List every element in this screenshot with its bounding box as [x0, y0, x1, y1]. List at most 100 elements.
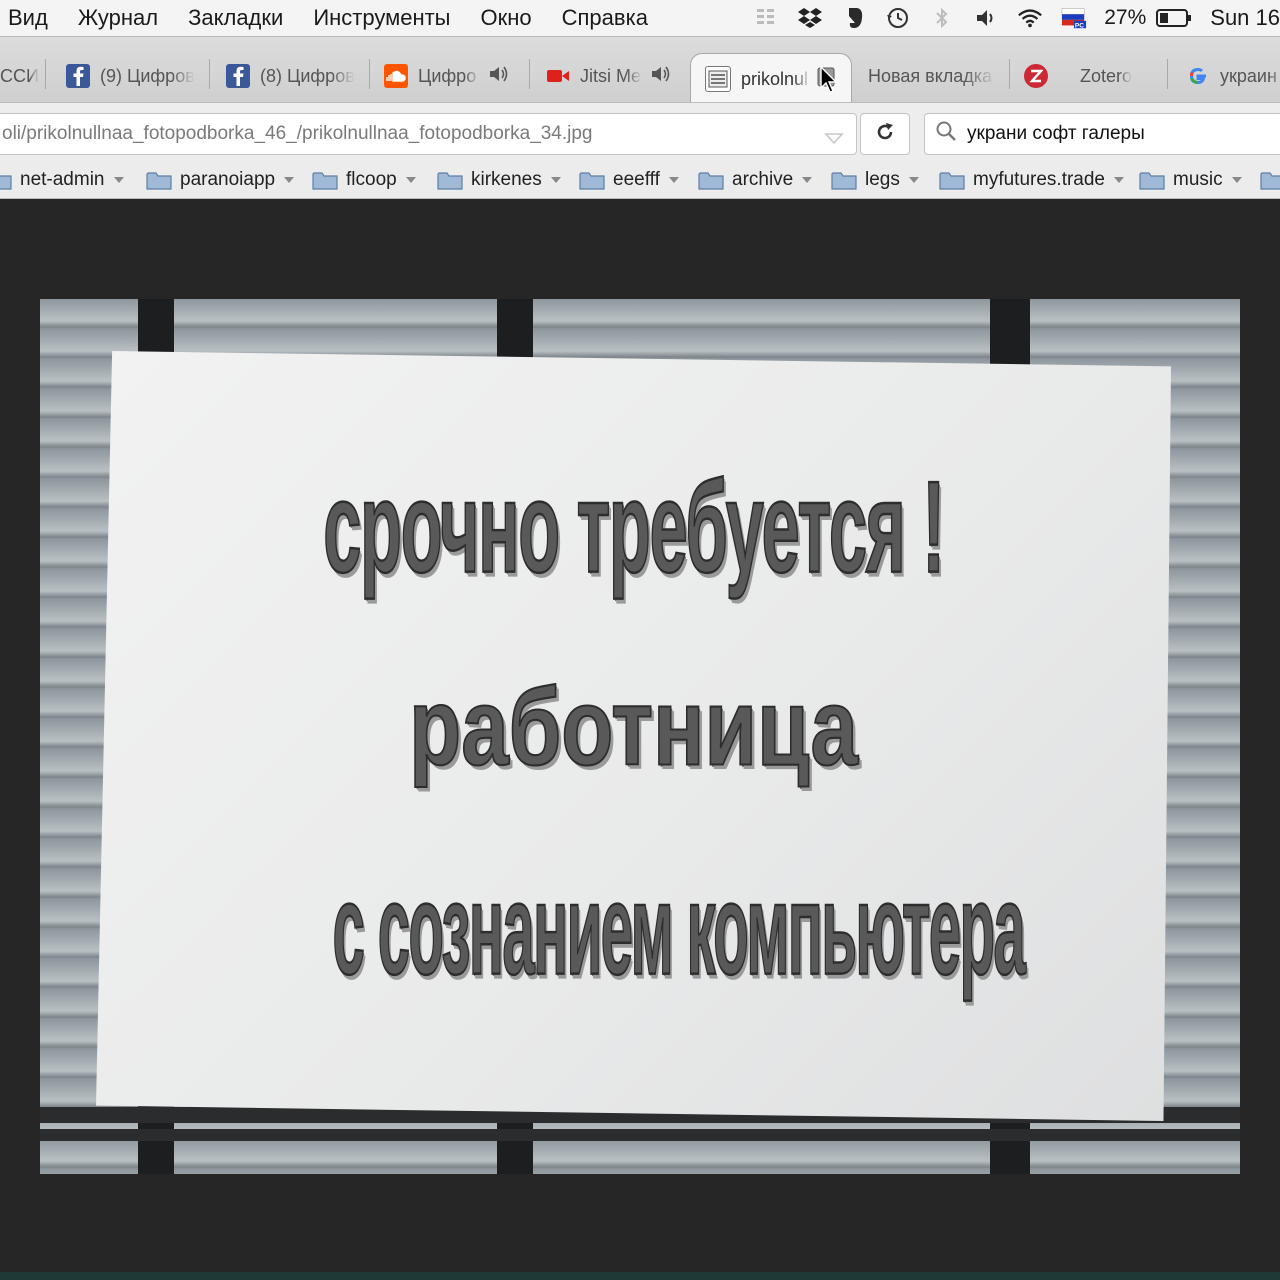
zotero-icon	[1024, 64, 1048, 88]
jitsi-camera-icon	[546, 64, 570, 88]
reload-icon	[875, 122, 895, 147]
tab-label: украин	[1220, 65, 1277, 86]
folder-icon	[1260, 172, 1280, 190]
tab-google[interactable]: украин	[1186, 51, 1280, 101]
battery-percent: 27%	[1104, 6, 1147, 29]
tab-label: Цифро	[418, 65, 477, 86]
tab-facebook-2[interactable]: (8) Цифров	[226, 51, 370, 101]
bookmark-folder-legs[interactable]: legs	[831, 166, 919, 194]
menu-history[interactable]: Журнал	[78, 5, 158, 31]
menu-extra-icon[interactable]	[753, 6, 779, 30]
bookmark-label: archive	[732, 169, 794, 190]
tab-separator	[1009, 59, 1010, 89]
chevron-down-icon	[1114, 177, 1124, 183]
sign-text-line-1: срочно требуется !	[323, 454, 946, 602]
bookmarks-toolbar: net-admin paranoiapp flcoop kirkenes eee…	[0, 162, 1280, 199]
url-history-dropdown-icon[interactable]	[824, 128, 844, 150]
folder-icon	[831, 172, 857, 190]
tab-facebook-1[interactable]: (9) Цифров	[66, 51, 210, 101]
bookmark-label: legs	[865, 169, 900, 190]
menu-window[interactable]: Окно	[481, 5, 532, 31]
time-machine-icon[interactable]	[885, 6, 911, 30]
bookmark-label: music	[1173, 169, 1223, 190]
bookmark-label: myfutures.trade	[973, 169, 1105, 190]
bookmark-folder-music[interactable]: music	[1139, 166, 1242, 194]
sign-text-line-3: с сознанием компьютера	[332, 856, 1026, 1004]
speaker-icon[interactable]	[488, 64, 510, 89]
google-icon	[1186, 64, 1210, 88]
tab-zotero[interactable]: Zotero	[1024, 51, 1168, 101]
url-text: oli/prikolnullnaa_fotopodborka_46_/priko…	[2, 123, 593, 144]
paper-sign: срочно требуется ! работница с сознанием…	[96, 351, 1171, 1121]
bookmark-label: flcoop	[346, 169, 397, 190]
volume-icon[interactable]	[973, 6, 999, 30]
tab-label: (9) Цифров	[100, 65, 195, 86]
folder-icon	[437, 172, 463, 190]
tab-separator	[1167, 59, 1168, 89]
tab-soundcloud[interactable]: Цифро	[384, 51, 530, 101]
menu-bookmarks[interactable]: Закладки	[188, 5, 283, 31]
url-field[interactable]: oli/prikolnullnaa_fotopodborka_46_/priko…	[0, 113, 857, 155]
bookmark-folder-overflow[interactable]	[1260, 166, 1280, 194]
facebook-icon	[66, 64, 90, 88]
chevron-down-icon	[802, 177, 813, 183]
search-field[interactable]: украни софт галеры	[924, 113, 1280, 155]
menu-view[interactable]: Вид	[8, 5, 48, 31]
tab-separator	[209, 59, 210, 89]
evernote-icon[interactable]	[841, 6, 867, 30]
mouse-cursor-icon	[820, 65, 838, 99]
input-source-flag-icon[interactable]: PC	[1061, 6, 1087, 30]
bookmark-label: net-admin	[20, 169, 105, 190]
reload-button[interactable]	[860, 113, 910, 155]
tab-label: ССИ	[0, 65, 39, 86]
bookmark-folder-net-admin[interactable]: net-admin	[0, 166, 124, 194]
folder-icon	[1139, 172, 1165, 190]
chevron-down-icon	[113, 177, 124, 183]
folder-icon	[939, 172, 965, 190]
tab-separator	[369, 59, 370, 89]
navigation-toolbar: oli/prikolnullnaa_fotopodborka_46_/priko…	[0, 102, 1280, 163]
window-bottom-edge	[0, 1272, 1280, 1280]
tab-jitsi[interactable]: Jitsi Me	[546, 51, 686, 101]
facebook-icon	[226, 64, 250, 88]
bookmark-folder-paranoiapp[interactable]: paranoiapp	[146, 166, 295, 194]
tab-label: Новая вкладка	[868, 65, 993, 86]
image-thumbnail-icon	[705, 66, 731, 92]
tab-label: Zotero	[1080, 65, 1133, 86]
app-menu: Вид Журнал Закладки Инструменты Окно Спр…	[0, 5, 670, 31]
soundcloud-icon	[384, 64, 408, 88]
bookmark-folder-eeefff[interactable]: eeefff	[579, 166, 679, 194]
bookmark-label: eeefff	[613, 169, 660, 190]
tab-strip: ССИ (9) Цифров (8) Цифров Цифро Jitsi Me	[0, 37, 1280, 102]
bluetooth-icon[interactable]	[929, 6, 955, 30]
menu-help[interactable]: Справка	[562, 5, 648, 31]
chevron-down-icon	[668, 177, 679, 183]
bookmark-folder-kirkenes[interactable]: kirkenes	[437, 166, 561, 194]
bookmark-folder-flcoop[interactable]: flcoop	[312, 166, 416, 194]
tab-label: prikolnul	[741, 68, 809, 89]
tab-0[interactable]: ССИ	[0, 51, 46, 101]
battery-icon[interactable]	[1156, 6, 1192, 30]
folder-icon	[698, 172, 724, 190]
folder-icon	[312, 172, 338, 190]
macos-menu-bar: Вид Журнал Закладки Инструменты Окно Спр…	[0, 0, 1280, 37]
sign-text-line-2: работница	[408, 666, 858, 790]
folder-icon	[0, 175, 12, 190]
bookmark-label: paranoiapp	[180, 169, 276, 190]
tab-separator	[529, 59, 530, 89]
folder-icon	[579, 172, 605, 190]
speaker-icon[interactable]	[650, 64, 672, 89]
bookmark-folder-archive[interactable]: archive	[698, 166, 813, 194]
wifi-icon[interactable]	[1017, 6, 1043, 30]
menu-tools[interactable]: Инструменты	[313, 5, 450, 31]
tab-new-tab[interactable]: Новая вкладка	[868, 51, 1010, 101]
folder-icon	[146, 172, 172, 190]
tab-label: (8) Цифров	[260, 65, 355, 86]
menu-clock[interactable]: Sun 16	[1210, 5, 1280, 31]
chevron-down-icon	[1231, 177, 1242, 183]
chevron-down-icon	[550, 177, 561, 183]
bookmark-folder-myfutures[interactable]: myfutures.trade	[939, 166, 1124, 194]
dropbox-icon[interactable]	[797, 6, 823, 30]
displayed-photo[interactable]: срочно требуется ! работница с сознанием…	[40, 299, 1240, 1174]
tab-separator	[45, 59, 46, 89]
